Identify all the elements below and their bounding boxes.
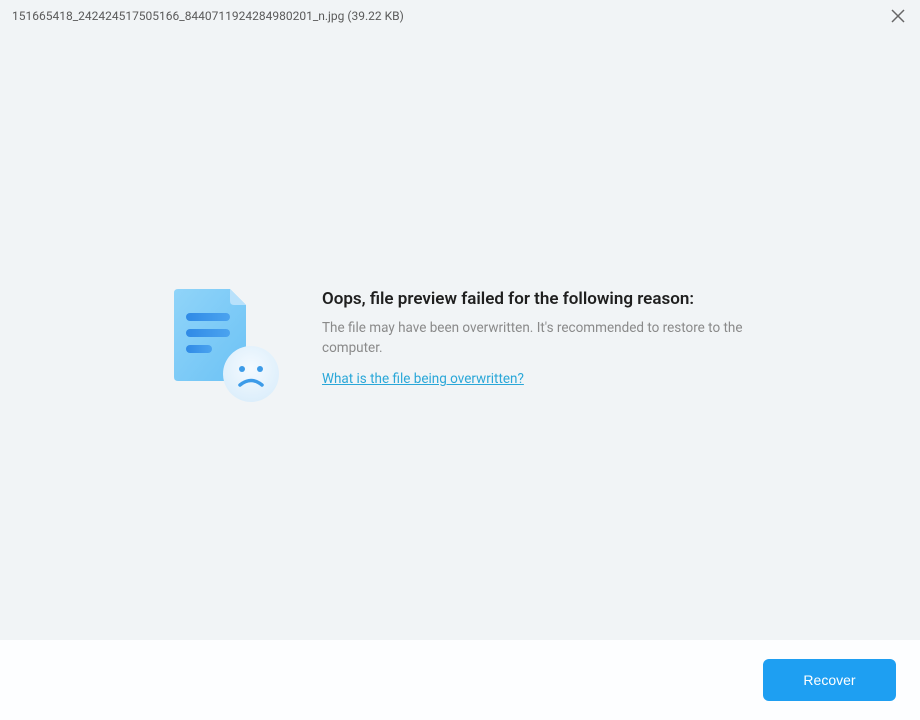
error-illustration (170, 285, 280, 400)
footer-bar: Recover (0, 640, 920, 720)
error-message-block: Oops, file preview failed for the follow… (322, 285, 782, 387)
filename-label: 151665418_242424517505166_84407119242849… (12, 9, 404, 23)
close-icon (891, 9, 905, 23)
error-title: Oops, file preview failed for the follow… (322, 289, 782, 309)
header-bar: 151665418_242424517505166_84407119242849… (0, 0, 920, 32)
error-description: The file may have been overwritten. It's… (322, 319, 782, 358)
recover-button[interactable]: Recover (763, 659, 896, 701)
error-content: Oops, file preview failed for the follow… (170, 285, 782, 400)
sad-face-icon (222, 345, 280, 403)
help-link[interactable]: What is the file being overwritten? (322, 371, 524, 387)
close-button[interactable] (888, 6, 908, 26)
